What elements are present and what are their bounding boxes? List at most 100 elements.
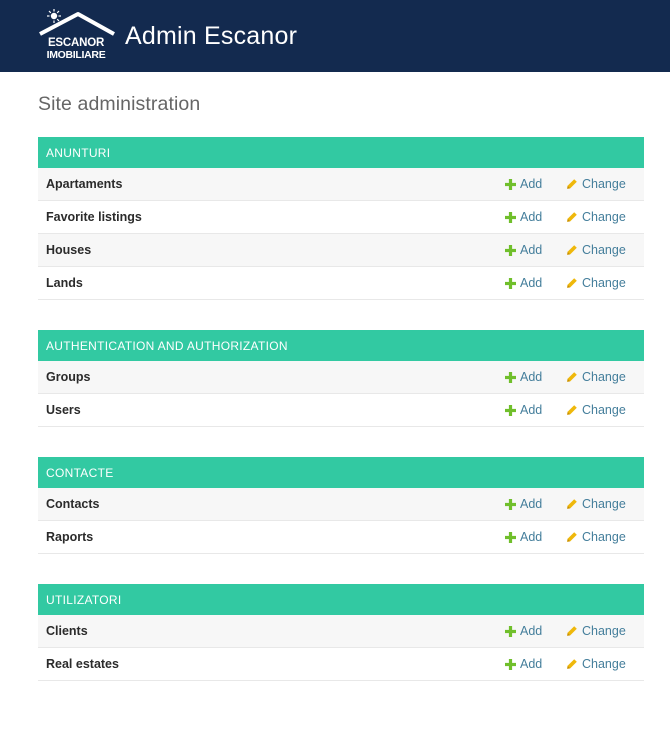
change-label: Change [582, 243, 626, 257]
add-label: Add [520, 370, 543, 384]
add-button[interactable]: Add [504, 403, 566, 417]
change-label: Change [582, 370, 626, 384]
model-list: Apartaments Add Change Favorite listings Add… [38, 168, 644, 300]
page-title: Site administration [38, 93, 201, 115]
change-button[interactable]: Change [566, 624, 644, 638]
add-label: Add [520, 276, 543, 290]
change-label: Change [582, 657, 626, 671]
change-label: Change [582, 497, 626, 511]
model-link-lands[interactable]: Lands [46, 276, 83, 290]
add-button[interactable]: Add [504, 497, 566, 511]
change-button[interactable]: Change [566, 177, 644, 191]
model-name-cell: Favorite listings [38, 210, 504, 224]
pencil-icon [566, 625, 578, 637]
add-button[interactable]: Add [504, 624, 566, 638]
model-row-clients: Clients Add Change [38, 615, 644, 648]
change-button[interactable]: Change [566, 210, 644, 224]
change-label: Change [582, 177, 626, 191]
logo-text-escanor: ESCANOR [48, 37, 105, 49]
pencil-icon [566, 658, 578, 670]
main-content: Site administration ANUNTURI Apartaments A… [0, 72, 670, 681]
model-name-cell: Houses [38, 243, 504, 257]
model-row-lands: Lands Add Change [38, 267, 644, 300]
pencil-icon [566, 531, 578, 543]
add-button[interactable]: Add [504, 657, 566, 671]
model-link-users[interactable]: Users [46, 403, 81, 417]
add-label: Add [520, 243, 543, 257]
add-label: Add [520, 177, 543, 191]
model-link-groups[interactable]: Groups [46, 370, 90, 384]
model-link-favorite-listings[interactable]: Favorite listings [46, 210, 142, 224]
add-button[interactable]: Add [504, 530, 566, 544]
house-logo-icon: ESCANOR IMOBILIARE [39, 9, 115, 61]
site-header: ESCANOR IMOBILIARE Admin Escanor [0, 0, 670, 72]
add-label: Add [520, 657, 543, 671]
change-button[interactable]: Change [566, 403, 644, 417]
add-label: Add [520, 403, 543, 417]
model-row-groups: Groups Add Change [38, 361, 644, 394]
model-link-raports[interactable]: Raports [46, 530, 93, 544]
change-label: Change [582, 530, 626, 544]
model-row-raports: Raports Add Change [38, 521, 644, 554]
model-link-houses[interactable]: Houses [46, 243, 91, 257]
plus-icon [504, 277, 516, 289]
model-name-cell: Apartaments [38, 177, 504, 191]
model-name-cell: Users [38, 403, 504, 417]
plus-icon [504, 404, 516, 416]
model-row-apartaments: Apartaments Add Change [38, 168, 644, 201]
add-button[interactable]: Add [504, 210, 566, 224]
site-brand[interactable]: Admin Escanor [125, 22, 297, 51]
module-caption[interactable]: ANUNTURI [38, 137, 644, 168]
model-row-users: Users Add Change [38, 394, 644, 427]
change-button[interactable]: Change [566, 657, 644, 671]
model-link-real-estates[interactable]: Real estates [46, 657, 119, 671]
model-row-real-estates: Real estates Add Change [38, 648, 644, 681]
pencil-icon [566, 371, 578, 383]
pencil-icon [566, 404, 578, 416]
model-link-apartaments[interactable]: Apartaments [46, 177, 122, 191]
model-name-cell: Clients [38, 624, 504, 638]
add-label: Add [520, 210, 543, 224]
change-button[interactable]: Change [566, 276, 644, 290]
add-button[interactable]: Add [504, 370, 566, 384]
app-list: ANUNTURI Apartaments Add Change Favorite lis… [38, 137, 644, 681]
logo-text-imobiliare: IMOBILIARE [47, 49, 106, 61]
change-label: Change [582, 624, 626, 638]
model-list: Clients Add Change Real estates Add Change [38, 615, 644, 681]
module-caption[interactable]: AUTHENTICATION AND AUTHORIZATION [38, 330, 644, 361]
module-contacte: CONTACTE Contacts Add Change Raports Add Chang… [38, 457, 644, 554]
model-name-cell: Raports [38, 530, 504, 544]
module-caption[interactable]: CONTACTE [38, 457, 644, 488]
model-name-cell: Contacts [38, 497, 504, 511]
change-button[interactable]: Change [566, 530, 644, 544]
add-button[interactable]: Add [504, 243, 566, 257]
model-link-clients[interactable]: Clients [46, 624, 88, 638]
add-button[interactable]: Add [504, 177, 566, 191]
pencil-icon [566, 498, 578, 510]
model-name-cell: Groups [38, 370, 504, 384]
plus-icon [504, 531, 516, 543]
change-button[interactable]: Change [566, 243, 644, 257]
model-list: Contacts Add Change Raports Add Change [38, 488, 644, 554]
module-anunturi: ANUNTURI Apartaments Add Change Favorite lis… [38, 137, 644, 300]
model-name-cell: Real estates [38, 657, 504, 671]
change-button[interactable]: Change [566, 370, 644, 384]
add-button[interactable]: Add [504, 276, 566, 290]
pencil-icon [566, 178, 578, 190]
add-label: Add [520, 530, 543, 544]
model-row-houses: Houses Add Change [38, 234, 644, 267]
escanor-logo[interactable]: ESCANOR IMOBILIARE [38, 6, 116, 66]
change-label: Change [582, 403, 626, 417]
change-label: Change [582, 276, 626, 290]
plus-icon [504, 498, 516, 510]
module-caption[interactable]: UTILIZATORI [38, 584, 644, 615]
add-label: Add [520, 624, 543, 638]
pencil-icon [566, 211, 578, 223]
model-link-contacts[interactable]: Contacts [46, 497, 99, 511]
model-list: Groups Add Change Users Add Change [38, 361, 644, 427]
plus-icon [504, 211, 516, 223]
change-button[interactable]: Change [566, 497, 644, 511]
pencil-icon [566, 277, 578, 289]
plus-icon [504, 371, 516, 383]
plus-icon [504, 625, 516, 637]
